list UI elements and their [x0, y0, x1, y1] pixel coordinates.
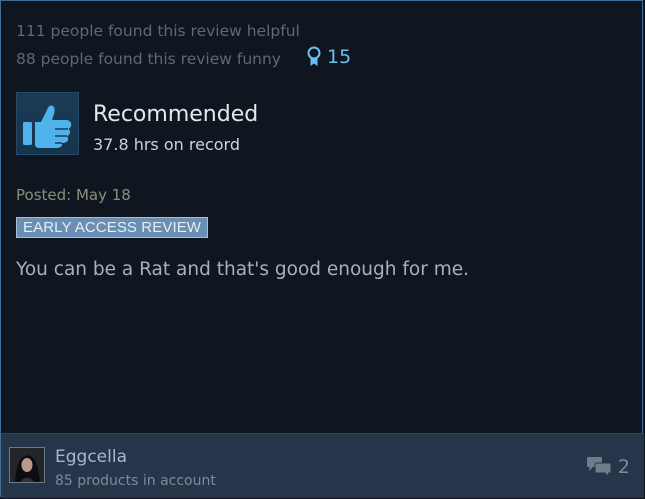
avatar[interactable]: [9, 447, 45, 483]
review-body: You can be a Rat and that's good enough …: [16, 259, 469, 280]
award-ribbon-icon: [306, 46, 322, 68]
recommendation-title[interactable]: Recommended: [93, 102, 258, 127]
funny-count-text: 88 people found this review funny: [16, 50, 281, 68]
early-access-badge: EARLY ACCESS REVIEW: [16, 217, 209, 238]
recommendation-thumb[interactable]: [16, 92, 79, 155]
posted-date: Posted: May 18: [16, 186, 131, 204]
comment-count: 2: [617, 456, 630, 478]
review-author-footer: Eggcella 85 products in account 2: [1, 433, 644, 498]
helpful-count-text: 111 people found this review helpful: [16, 22, 300, 40]
speech-bubbles-icon: [586, 456, 612, 478]
award-count: 15: [327, 46, 352, 68]
hours-on-record: 37.8 hrs on record: [93, 135, 240, 154]
review-card: 111 people found this review helpful 88 …: [0, 0, 644, 498]
award-summary[interactable]: 15: [306, 46, 351, 68]
author-product-count[interactable]: 85 products in account: [55, 473, 216, 489]
comments-button[interactable]: 2: [586, 456, 630, 478]
author-name[interactable]: Eggcella: [55, 447, 127, 467]
